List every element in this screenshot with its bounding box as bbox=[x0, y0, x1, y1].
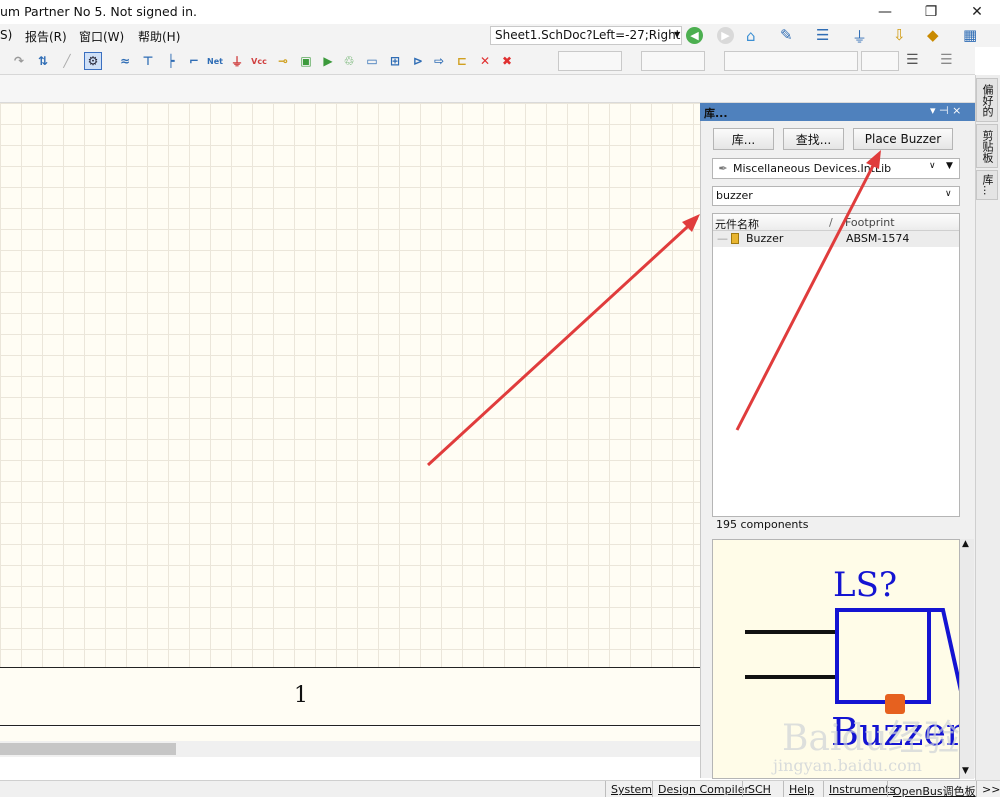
select-mask-icon[interactable]: ⚙ bbox=[84, 52, 102, 70]
sheet-border-zone bbox=[0, 668, 700, 726]
scroll-down-icon[interactable]: ▼ bbox=[962, 766, 969, 776]
font-dropdown[interactable] bbox=[558, 51, 622, 71]
harness-entry-icon[interactable]: ⊳ bbox=[409, 52, 427, 70]
scroll-up-icon[interactable]: ▲ bbox=[962, 539, 969, 549]
buzzer-body bbox=[835, 608, 931, 704]
harness-icon[interactable]: ▭ bbox=[363, 52, 381, 70]
bus-icon[interactable]: ⊤ bbox=[139, 52, 157, 70]
status-sch[interactable]: SCH bbox=[742, 781, 776, 797]
tab-clipboard[interactable]: 剪贴板 bbox=[976, 124, 998, 168]
panel-pin-icon[interactable]: ▾ ⊣ × bbox=[930, 104, 961, 117]
place-part-icon[interactable]: ⊸ bbox=[274, 52, 292, 70]
sheet-entry-icon[interactable]: ▶ bbox=[319, 52, 337, 70]
libraries-button[interactable]: 库... bbox=[713, 128, 774, 150]
wire-icon[interactable]: ≈ bbox=[116, 52, 134, 70]
tree-line: — bbox=[717, 232, 728, 245]
signal-harness-icon[interactable]: ⌐ bbox=[185, 52, 203, 70]
watermark-url: jingyan.baidu.com bbox=[771, 756, 922, 775]
chevron-down-icon[interactable]: ∨ bbox=[929, 161, 936, 171]
menu-item-help[interactable]: 帮助(H) bbox=[138, 28, 180, 45]
style-dropdown[interactable] bbox=[724, 51, 858, 71]
minimize-button[interactable]: — bbox=[862, 0, 908, 24]
forward-icon[interactable]: ▶ bbox=[717, 27, 734, 44]
place-button[interactable]: Place Buzzer bbox=[853, 128, 953, 150]
search-button[interactable]: 查找... bbox=[783, 128, 844, 150]
component-icon bbox=[731, 233, 739, 244]
probe-icon[interactable]: ⇩ bbox=[893, 26, 906, 44]
draw-tool-icon[interactable]: ✎ bbox=[780, 26, 793, 44]
component-footprint: ABSM-1574 bbox=[846, 232, 910, 245]
window-title: um Partner No 5. Not signed in. bbox=[0, 4, 198, 19]
sheet-location-combo[interactable]: Sheet1.SchDoc?Left=-27;Right= bbox=[490, 26, 682, 45]
library-name: Miscellaneous Devices.IntLib bbox=[733, 162, 892, 175]
menu-item-reports[interactable]: 报告(R) bbox=[25, 28, 67, 45]
library-icon: ✒ bbox=[718, 162, 728, 175]
chevron-down-icon[interactable]: ▼ bbox=[674, 30, 680, 39]
back-icon[interactable]: ◀ bbox=[686, 27, 703, 44]
line-style-icon[interactable]: ☰ bbox=[906, 52, 919, 68]
close-button[interactable]: ✕ bbox=[954, 0, 1000, 24]
line-width-icon[interactable]: ☰ bbox=[940, 52, 953, 68]
align-icon[interactable]: ☰ bbox=[816, 26, 829, 44]
component-count: 195 components bbox=[716, 518, 809, 531]
vcc-icon[interactable]: Vcc bbox=[250, 52, 268, 70]
bus-entry-icon[interactable]: ┝ bbox=[162, 52, 180, 70]
filter-input[interactable]: buzzer bbox=[712, 186, 960, 206]
document-tab-strip bbox=[0, 75, 975, 103]
schematic-canvas[interactable] bbox=[0, 103, 700, 668]
column-name[interactable]: 元件名称 bbox=[715, 216, 759, 232]
status-design-compiler[interactable]: Design Compiler bbox=[652, 781, 754, 797]
status-system[interactable]: System bbox=[605, 781, 657, 797]
sheet-symbol-icon[interactable]: ▣ bbox=[297, 52, 315, 70]
table-row[interactable]: — Buzzer ABSM-1574 bbox=[713, 231, 959, 247]
buzzer-symbol: LS? Buzzer Baidu经验 jingyan.baidu.com bbox=[745, 565, 960, 775]
restore-button[interactable]: ❐ bbox=[908, 0, 954, 24]
filter-history-icon[interactable]: ∨ bbox=[945, 189, 952, 199]
status-help[interactable]: Help bbox=[783, 781, 819, 797]
harness-connector-icon[interactable]: ⊞ bbox=[386, 52, 404, 70]
status-openbus[interactable]: OpenBus调色板 bbox=[887, 781, 981, 798]
component-name: Buzzer bbox=[746, 232, 784, 245]
power-port-icon[interactable]: ⏚ bbox=[852, 26, 867, 47]
tab-library[interactable]: 库... bbox=[976, 170, 998, 200]
component-table bbox=[712, 213, 960, 517]
ground-icon[interactable]: ⏚ bbox=[228, 52, 246, 70]
off-sheet-icon[interactable]: ⊏ bbox=[453, 52, 471, 70]
library-select[interactable]: ✒ Miscellaneous Devices.IntLib bbox=[712, 158, 960, 179]
menu-item-s[interactable]: S) bbox=[0, 28, 12, 42]
cross-probe-icon[interactable]: ⇅ bbox=[34, 52, 52, 70]
redo-icon[interactable]: ↷ bbox=[10, 52, 28, 70]
status-more[interactable]: >> bbox=[976, 781, 1000, 797]
table-header: 元件名称 / Footprint bbox=[713, 214, 959, 231]
home-icon[interactable]: ⌂ bbox=[746, 27, 756, 45]
no-erc-icon[interactable]: ✕ bbox=[476, 52, 494, 70]
watermark-brand: Baidu经验 bbox=[782, 718, 960, 759]
sort-indicator: / bbox=[829, 216, 833, 229]
column-footprint[interactable]: Footprint bbox=[845, 216, 895, 229]
compile-mask-icon[interactable]: ✖ bbox=[498, 52, 516, 70]
symbol-preview: LS? Buzzer Baidu经验 jingyan.baidu.com bbox=[712, 539, 960, 779]
diamond-icon[interactable]: ◆ bbox=[927, 26, 939, 44]
designator-text: LS? bbox=[833, 565, 897, 605]
sogou-badge-icon bbox=[885, 694, 905, 714]
line-dropdown[interactable] bbox=[861, 51, 899, 71]
buzzer-horn bbox=[929, 608, 959, 692]
net-label-icon[interactable]: Net bbox=[206, 52, 224, 70]
panel-title: 库... bbox=[704, 107, 728, 120]
wand-icon[interactable]: ╱ bbox=[58, 52, 76, 70]
horizontal-scroll-thumb[interactable] bbox=[0, 743, 176, 755]
port-icon[interactable]: ⇨ bbox=[430, 52, 448, 70]
library-menu-icon[interactable]: ▼ bbox=[946, 161, 953, 171]
zone-number: 1 bbox=[294, 683, 308, 708]
grid-icon[interactable]: ▦ bbox=[963, 26, 977, 44]
menu-item-window[interactable]: 窗口(W) bbox=[79, 28, 124, 45]
tab-favorites[interactable]: 偏好的 bbox=[976, 78, 998, 122]
device-sheet-icon[interactable]: ♲ bbox=[340, 52, 358, 70]
preview-scrollbar[interactable] bbox=[960, 539, 974, 779]
size-dropdown[interactable] bbox=[641, 51, 705, 71]
